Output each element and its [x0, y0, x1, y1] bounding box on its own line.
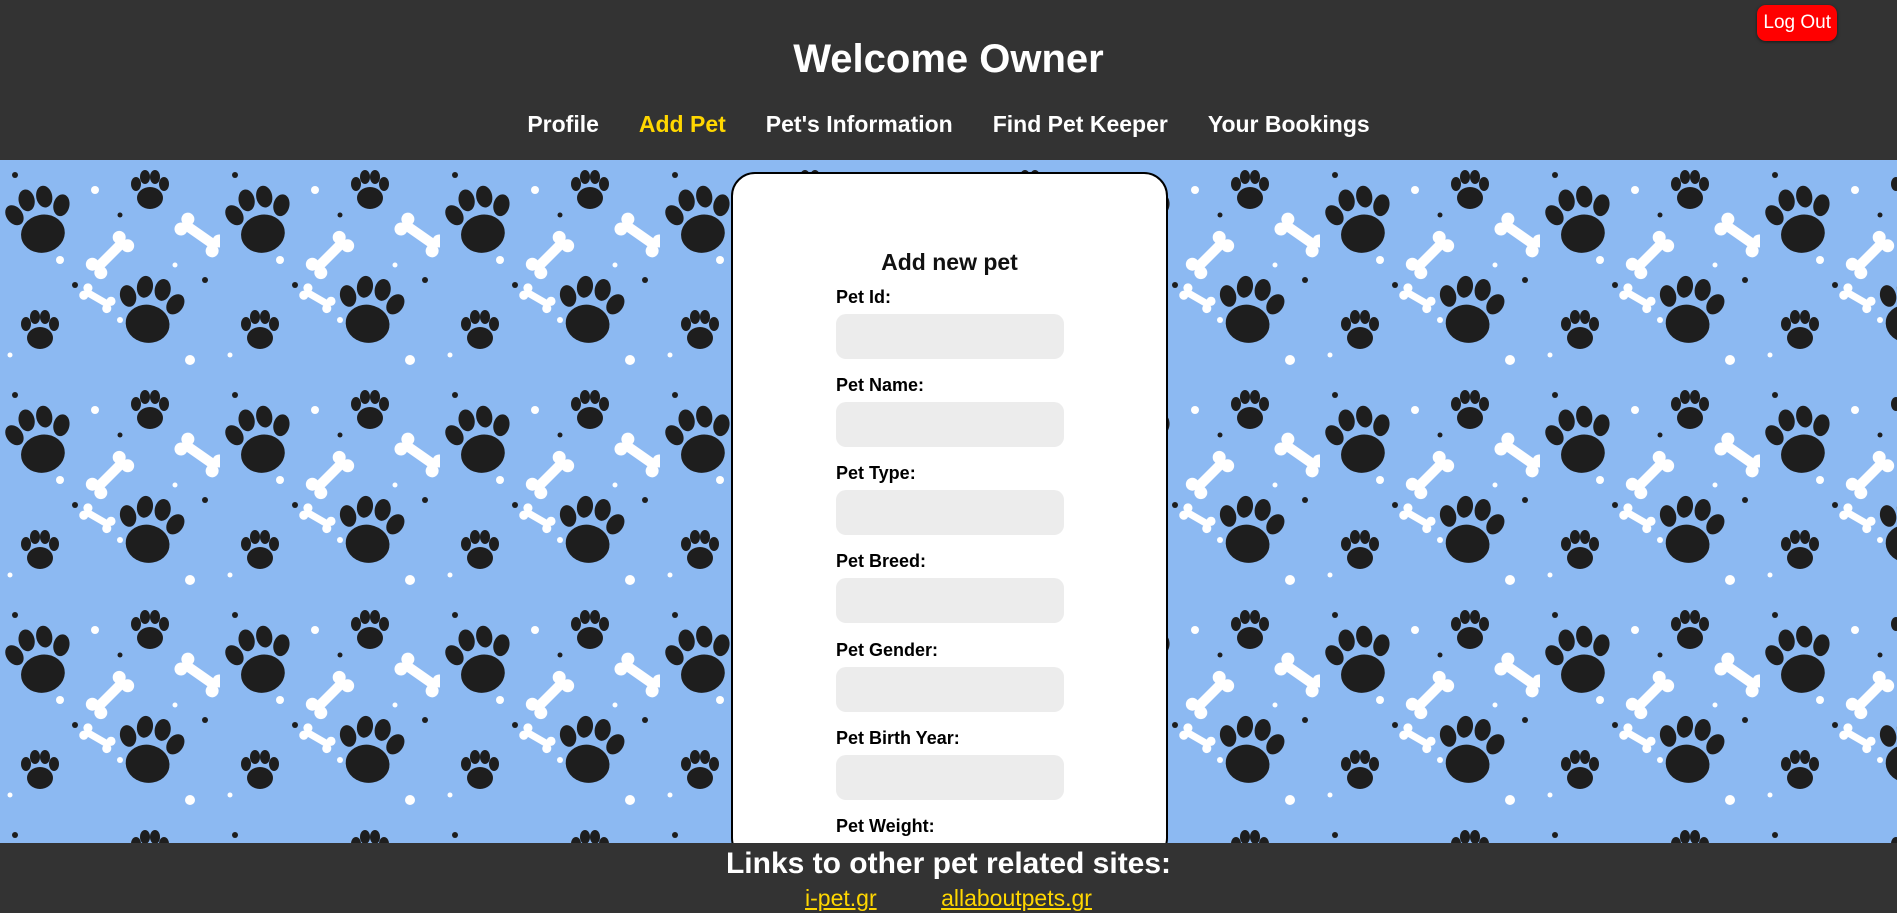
- pet-gender-input[interactable]: [836, 667, 1064, 712]
- pet-gender-label: Pet Gender:: [836, 640, 939, 660]
- field-pet-type: Pet Type:: [836, 463, 1066, 535]
- pet-type-label: Pet Type:: [836, 463, 916, 483]
- add-pet-form: Add new pet Pet Id: Pet Name: Pet Type: …: [731, 172, 1168, 843]
- nav-item-profile[interactable]: Profile: [507, 111, 619, 138]
- pet-weight-label: Pet Weight:: [836, 816, 935, 836]
- pet-breed-label: Pet Breed:: [836, 551, 927, 571]
- nav-item-pets-information[interactable]: Pet's Information: [746, 111, 973, 138]
- pet-type-input[interactable]: [836, 490, 1064, 535]
- footer-title: Links to other pet related sites:: [725, 847, 1172, 880]
- logout-button[interactable]: Log Out: [1757, 5, 1837, 41]
- nav-item-find-pet-keeper[interactable]: Find Pet Keeper: [973, 111, 1188, 138]
- link-allaboutpets[interactable]: allaboutpets.gr: [941, 885, 1092, 911]
- header: Welcome Owner Log Out Profile Add Pet Pe…: [0, 0, 1897, 160]
- footer: Links to other pet related sites: i-pet.…: [0, 843, 1897, 913]
- pet-birth-year-input[interactable]: [836, 755, 1064, 800]
- field-pet-gender: Pet Gender:: [836, 640, 1066, 712]
- field-pet-id: Pet Id:: [836, 287, 1066, 359]
- field-pet-name: Pet Name:: [836, 375, 1066, 447]
- pet-name-label: Pet Name:: [836, 375, 925, 395]
- footer-links: i-pet.gr allaboutpets.gr: [0, 885, 1897, 912]
- page-title: Welcome Owner: [793, 37, 1104, 81]
- main-area: Add new pet Pet Id: Pet Name: Pet Type: …: [0, 160, 1897, 843]
- field-pet-weight: Pet Weight:: [836, 816, 1066, 843]
- pet-name-input[interactable]: [836, 402, 1064, 447]
- form-title: Add new pet: [881, 249, 1018, 275]
- pet-breed-input[interactable]: [836, 578, 1064, 623]
- nav-item-add-pet[interactable]: Add Pet: [619, 111, 746, 138]
- nav-item-your-bookings[interactable]: Your Bookings: [1188, 111, 1390, 138]
- pet-id-label: Pet Id:: [836, 287, 892, 307]
- field-pet-birth-year: Pet Birth Year:: [836, 728, 1066, 800]
- main-nav: Profile Add Pet Pet's Information Find P…: [0, 111, 1897, 138]
- link-i-pet[interactable]: i-pet.gr: [805, 885, 877, 911]
- pet-id-input[interactable]: [836, 314, 1064, 359]
- field-pet-breed: Pet Breed:: [836, 551, 1066, 623]
- pet-birth-year-label: Pet Birth Year:: [836, 728, 960, 748]
